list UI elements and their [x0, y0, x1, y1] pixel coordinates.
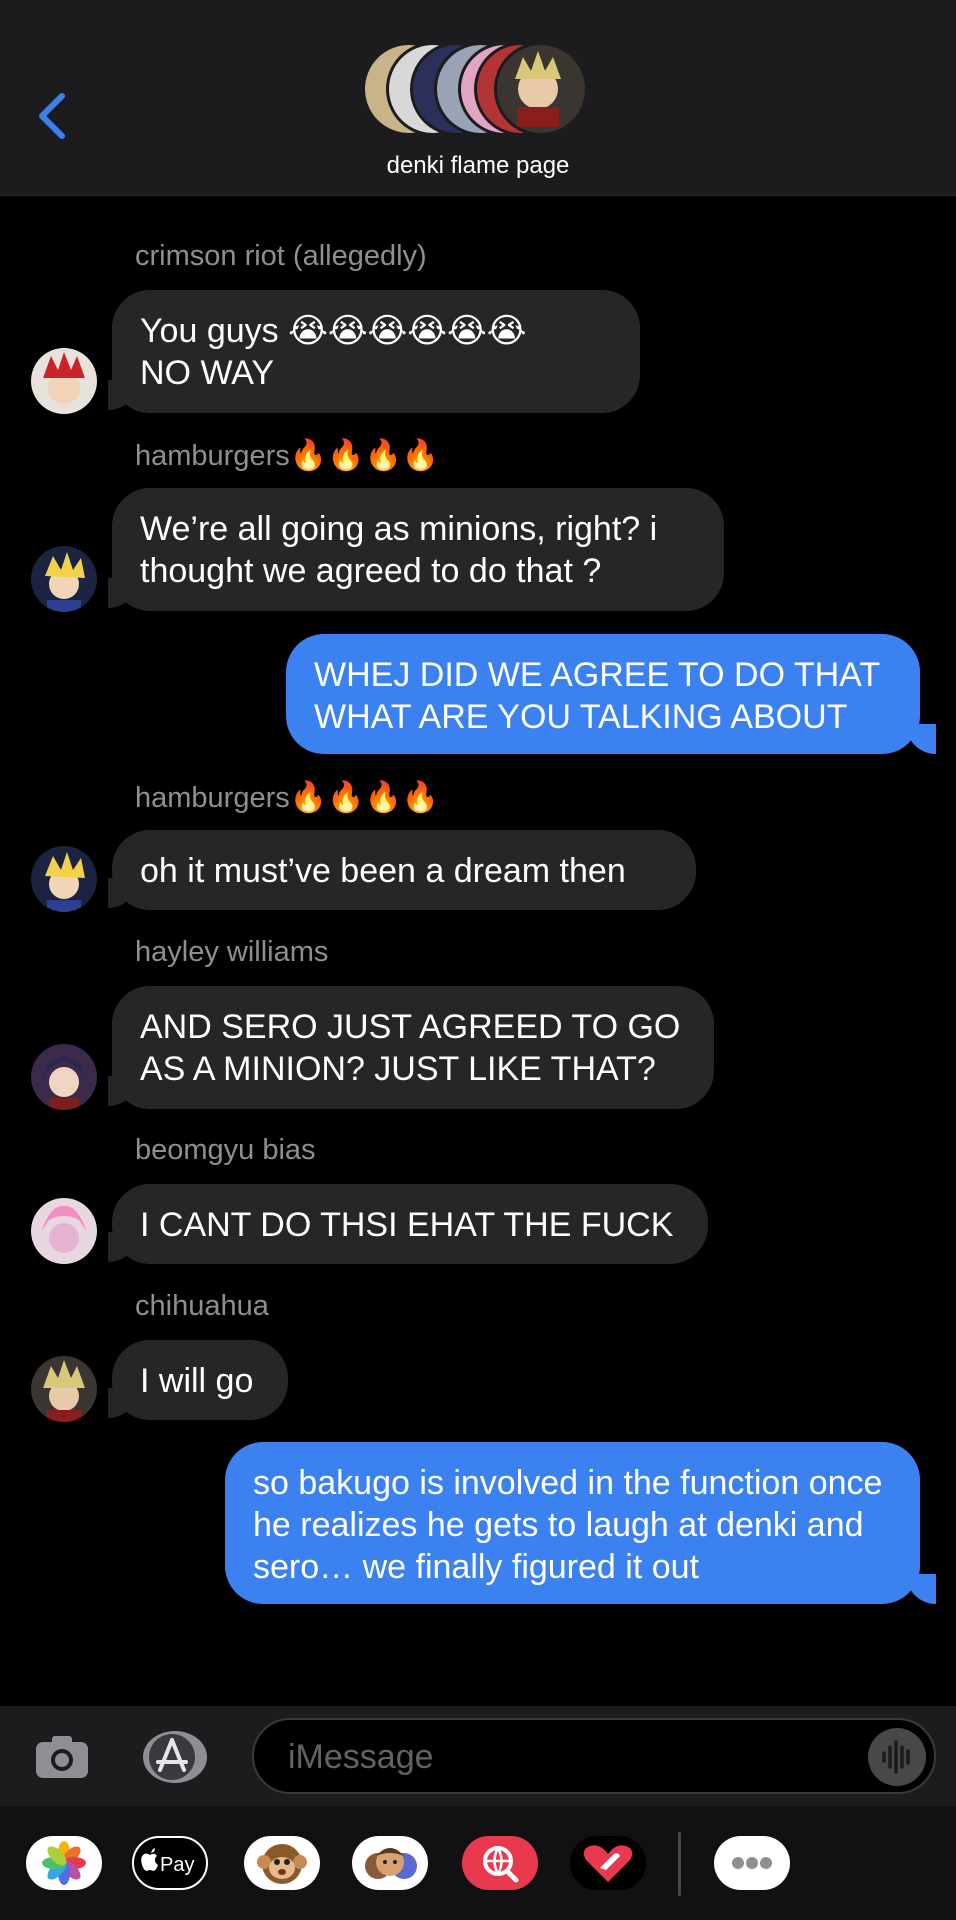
sender-label: hamburgers: [135, 782, 290, 814]
imessage-placeholder: iMessage: [288, 1738, 434, 1776]
apple-pay-button[interactable]: Pay: [132, 1836, 208, 1890]
incoming-message-bubble[interactable]: You guys 😭😭😭😭😭😭 NO WAY: [112, 290, 640, 413]
memoji-icon: [365, 1848, 417, 1879]
incoming-message-bubble[interactable]: oh it must’ve been a dream then: [112, 830, 696, 910]
group-name[interactable]: denki flame page: [0, 152, 956, 180]
monkey-icon: [257, 1844, 307, 1884]
more-icon: [732, 1857, 772, 1869]
group-avatar-stack[interactable]: [362, 42, 592, 138]
sender-name: beomgyu bias: [135, 1134, 316, 1166]
photos-app-button[interactable]: [26, 1836, 102, 1890]
avatar: [494, 42, 588, 136]
sender-name: hamburgers🔥🔥🔥🔥: [135, 438, 439, 473]
more-apps-button[interactable]: [714, 1836, 790, 1890]
memoji-stickers-button[interactable]: [352, 1836, 428, 1890]
fire-emoji: 🔥🔥🔥🔥: [289, 439, 440, 472]
avatar[interactable]: [31, 1198, 97, 1264]
conversation-header: denki flame page: [0, 0, 956, 196]
photos-icon: [42, 1841, 86, 1885]
sender-name: hamburgers🔥🔥🔥🔥: [135, 780, 439, 815]
incoming-message-bubble[interactable]: I CANT DO THSI EHAT THE FUCK: [112, 1184, 708, 1264]
avatar[interactable]: [31, 546, 97, 612]
image-search-button[interactable]: [462, 1836, 538, 1890]
drawer-divider: [678, 1832, 681, 1896]
animoji-app-button[interactable]: [244, 1836, 320, 1890]
sender-name: hayley williams: [135, 936, 329, 968]
app-store-icon[interactable]: [142, 1730, 208, 1784]
apple-pay-label: Pay: [160, 1854, 194, 1876]
avatar[interactable]: [31, 348, 97, 414]
incoming-message-bubble[interactable]: I will go: [112, 1340, 288, 1420]
back-chevron-icon[interactable]: [34, 92, 70, 140]
avatar[interactable]: [31, 1356, 97, 1422]
waveform-icon: [882, 1740, 910, 1774]
sender-name: chihuahua: [135, 1290, 269, 1322]
imessage-input[interactable]: iMessage: [252, 1718, 936, 1794]
sender-name: crimson riot (allegedly): [135, 240, 427, 272]
avatar[interactable]: [31, 1044, 97, 1110]
digital-touch-button[interactable]: [570, 1836, 646, 1890]
outgoing-message-bubble[interactable]: so bakugo is involved in the function on…: [225, 1442, 920, 1604]
app-drawer: Pay: [0, 1806, 956, 1920]
outgoing-message-bubble[interactable]: WHEJ DID WE AGREE TO DO THAT WHAT ARE YO…: [286, 634, 920, 754]
message-composer: iMessage: [0, 1706, 956, 1806]
audio-message-button[interactable]: [868, 1728, 926, 1786]
incoming-message-bubble[interactable]: We’re all going as minions, right? i tho…: [112, 488, 724, 611]
avatar[interactable]: [31, 846, 97, 912]
apple-pay-icon: Pay: [141, 1848, 194, 1876]
heart-touch-icon: [583, 1845, 633, 1882]
sender-label: hamburgers: [135, 440, 290, 472]
fire-emoji: 🔥🔥🔥🔥: [289, 781, 440, 814]
globe-search-icon: [483, 1846, 519, 1883]
incoming-message-bubble[interactable]: AND SERO JUST AGREED TO GO AS A MINION? …: [112, 986, 714, 1109]
camera-icon[interactable]: [34, 1734, 90, 1780]
